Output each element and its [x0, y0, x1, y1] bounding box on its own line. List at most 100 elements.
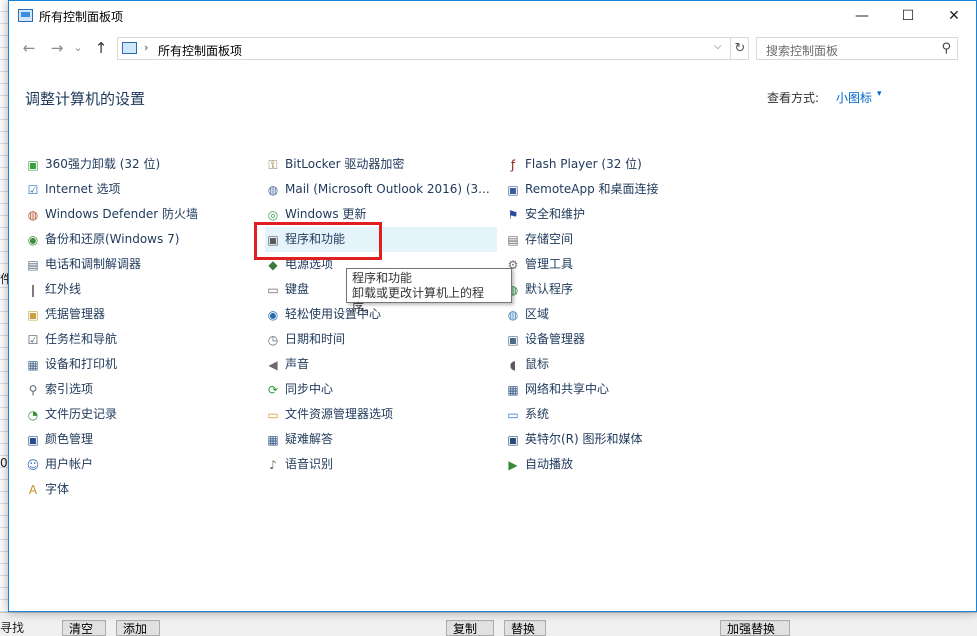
control-panel-item[interactable]: ◍ 默认程序: [505, 277, 735, 302]
control-panel-item[interactable]: ▭ 系统: [505, 402, 735, 427]
view-by-dropdown[interactable]: 小图标: [836, 89, 872, 106]
title-bar[interactable]: 所有控制面板项 — ☐ ✕: [9, 1, 976, 31]
control-panel-item[interactable]: ⚲ 索引选项: [25, 377, 255, 402]
user-accounts-icon: ☺: [26, 458, 40, 472]
control-panel-item-label: 疑难解答: [285, 432, 334, 446]
control-panel-icon: [122, 42, 137, 54]
control-panel-item-label: 同步中心: [285, 382, 334, 396]
control-panel-item[interactable]: ▣ 360强力卸载 (32 位): [25, 152, 255, 177]
breadcrumb-all-items[interactable]: 所有控制面板项: [158, 42, 242, 59]
control-panel-item-label: 字体: [45, 482, 70, 496]
control-panel-item[interactable]: ◉ 备份和还原(Windows 7): [25, 227, 255, 252]
mail-icon: ◍: [267, 183, 279, 197]
control-panel-item[interactable]: ◖ 鼠标: [505, 352, 735, 377]
control-panel-item-label: 默认程序: [525, 282, 574, 296]
control-panel-item[interactable]: ƒ Flash Player (32 位): [505, 152, 735, 177]
background-add-button[interactable]: 添加: [116, 620, 160, 636]
maximize-button[interactable]: ☐: [885, 1, 931, 31]
control-panel-item[interactable]: A 字体: [25, 477, 255, 502]
search-input[interactable]: 搜索控制面板: [766, 42, 838, 59]
search-box[interactable]: 搜索控制面板 ⚲: [756, 37, 958, 60]
control-panel-item-label: 凭据管理器: [45, 307, 106, 321]
recent-locations-chevron-icon[interactable]: ⌄: [71, 38, 85, 58]
control-panel-item-label: 电话和调制解调器: [45, 257, 142, 271]
sync-center-icon: ⟳: [267, 383, 279, 397]
control-panel-item[interactable]: ☑ Internet 选项: [25, 177, 255, 202]
up-arrow-icon[interactable]: ↑: [91, 38, 111, 58]
control-panel-item[interactable]: ❙ 红外线: [25, 277, 255, 302]
control-panel-item[interactable]: ▣ 颜色管理: [25, 427, 255, 452]
control-panel-item-label: 管理工具: [525, 257, 574, 271]
background-clear-button[interactable]: 清空: [62, 620, 106, 636]
control-panel-item-label: Internet 选项: [45, 182, 121, 196]
background-replace-button[interactable]: 替换: [504, 620, 546, 636]
close-button[interactable]: ✕: [931, 1, 976, 31]
intel-graphics-icon: ▣: [507, 433, 519, 447]
control-panel-item-label: 安全和维护: [525, 207, 586, 221]
control-panel-item[interactable]: ▶ 自动播放: [505, 452, 735, 477]
control-panel-item-label: 任务栏和导航: [45, 332, 118, 346]
system-icon: ▭: [507, 408, 519, 422]
back-arrow-icon[interactable]: ←: [19, 38, 39, 58]
control-panel-item[interactable]: ☑ 任务栏和导航: [25, 327, 255, 352]
control-panel-item[interactable]: ▤ 电话和调制解调器: [25, 252, 255, 277]
remoteapp-icon: ▣: [507, 183, 519, 197]
control-panel-item[interactable]: ⚑ 安全和维护: [505, 202, 735, 227]
control-panel-item[interactable]: ▦ 设备和打印机: [25, 352, 255, 377]
view-by-label: 查看方式:: [767, 91, 820, 105]
control-panel-item[interactable]: ⚙ 管理工具: [505, 252, 735, 277]
control-panel-item-label: 颜色管理: [45, 432, 94, 446]
control-panel-item-label: Mail (Microsoft Outlook 2016) (3...: [285, 182, 490, 196]
background-enhanced-replace-button[interactable]: 加强替换: [720, 620, 790, 636]
control-panel-item[interactable]: ⚿ BitLocker 驱动器加密: [265, 152, 497, 177]
phone-modem-icon: ▤: [27, 258, 39, 272]
control-panel-item-label: 日期和时间: [285, 332, 346, 346]
control-panel-item-label: Windows Defender 防火墙: [45, 207, 198, 221]
control-panel-item-label: 鼠标: [525, 357, 550, 371]
page-title: 调整计算机的设置: [25, 90, 146, 108]
forward-arrow-icon[interactable]: →: [47, 38, 67, 58]
address-bar[interactable]: › 所有控制面板项 ⌵ ↻: [117, 37, 749, 60]
control-panel-item-label: RemoteApp 和桌面连接: [525, 182, 659, 196]
control-panel-item[interactable]: ▦ 疑难解答: [265, 427, 497, 452]
control-panel-item[interactable]: ◍ Mail (Microsoft Outlook 2016) (3...: [265, 177, 497, 202]
control-panel-item-label: 索引选项: [45, 382, 94, 396]
search-icon[interactable]: ⚲: [941, 41, 951, 56]
control-panel-item-label: 存储空间: [525, 232, 574, 246]
control-panel-item[interactable]: ▭ 文件资源管理器选项: [265, 402, 497, 427]
tooltip-description: 卸载或更改计算机上的程序。: [352, 286, 485, 315]
minimize-button[interactable]: —: [839, 1, 885, 31]
taskbar-icon: ☑: [27, 333, 39, 347]
control-panel-item[interactable]: ▦ 网络和共享中心: [505, 377, 735, 402]
control-panel-item[interactable]: ◍ 区域: [505, 302, 735, 327]
control-panel-item-label: 系统: [525, 407, 550, 421]
control-panel-item-label: 声音: [285, 357, 310, 371]
control-panel-item[interactable]: ▣ 凭据管理器: [25, 302, 255, 327]
bitlocker-icon: ⚿: [268, 158, 278, 172]
control-panel-item[interactable]: ◷ 日期和时间: [265, 327, 497, 352]
control-panel-item[interactable]: ▣ RemoteApp 和桌面连接: [505, 177, 735, 202]
storage-spaces-icon: ▤: [507, 233, 519, 247]
date-time-icon: ◷: [267, 333, 279, 347]
control-panel-item[interactable]: ♪ 语音识别: [265, 452, 497, 477]
control-panel-item[interactable]: ◍ Windows Defender 防火墙: [25, 202, 255, 227]
control-panel-item[interactable]: ☺ 用户帐户: [25, 452, 255, 477]
breadcrumb-chevron-icon[interactable]: ›: [144, 41, 148, 54]
scrollbar[interactable]: [965, 121, 976, 611]
control-panel-item[interactable]: ▣ 设备管理器: [505, 327, 735, 352]
control-panel-item[interactable]: ▣ 英特尔(R) 图形和媒体: [505, 427, 735, 452]
tooltip: 程序和功能 卸载或更改计算机上的程序。: [346, 268, 512, 315]
keyboard-icon: ▭: [267, 283, 279, 297]
background-copy-button[interactable]: 复制: [446, 620, 494, 636]
region-icon: ◍: [507, 308, 519, 322]
navigation-bar: ← → ⌄ ↑ › 所有控制面板项 ⌵ ↻ 搜索控制面板 ⚲: [9, 33, 976, 63]
control-panel-icon: [18, 9, 33, 22]
control-panel-item[interactable]: ◀ 声音: [265, 352, 497, 377]
address-dropdown-chevron-icon[interactable]: ⌵: [714, 41, 722, 52]
control-panel-item[interactable]: ▤ 存储空间: [505, 227, 735, 252]
control-panel-item[interactable]: ⟳ 同步中心: [265, 377, 497, 402]
view-by-caret-icon[interactable]: ▾: [877, 89, 882, 99]
control-panel-item-label: 文件资源管理器选项: [285, 407, 394, 421]
control-panel-item[interactable]: ◔ 文件历史记录: [25, 402, 255, 427]
refresh-icon[interactable]: ↻: [730, 38, 749, 59]
